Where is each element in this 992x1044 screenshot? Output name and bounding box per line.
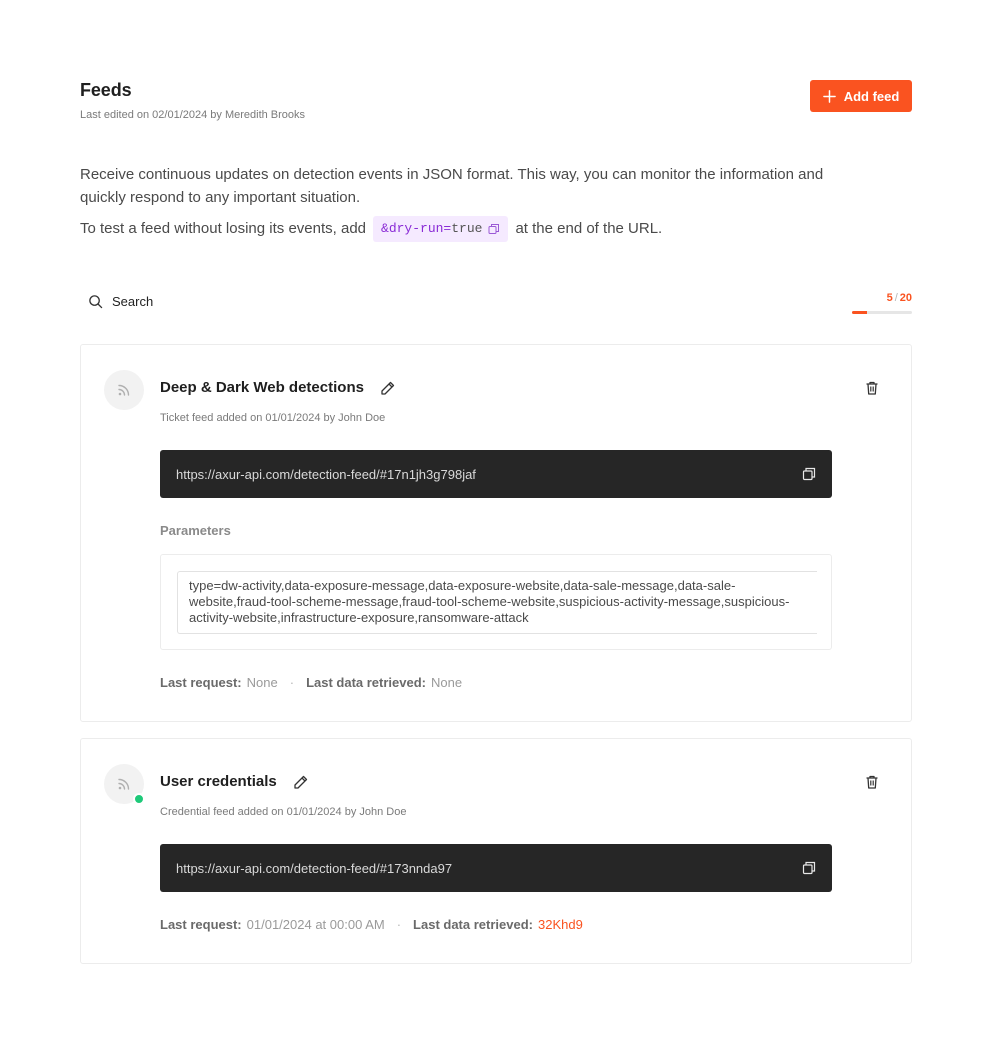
- last-data-value[interactable]: 32Khd9: [538, 917, 583, 932]
- search-label: Search: [112, 294, 154, 309]
- rss-icon: [118, 778, 130, 790]
- feed-name: Deep & Dark Web detections: [160, 379, 364, 396]
- feed-name: User credentials: [160, 773, 277, 790]
- rss-icon: [118, 384, 130, 396]
- feed-meta: Last request: None · Last data retrieved…: [160, 675, 462, 690]
- quota-separator: /: [894, 292, 898, 304]
- quota-progress-bar: [852, 311, 912, 314]
- meta-separator: ·: [289, 675, 295, 690]
- feed-url[interactable]: https://axur-api.com/detection-feed/#17n…: [176, 467, 476, 482]
- trash-icon[interactable]: [864, 380, 880, 396]
- edit-icon[interactable]: [380, 380, 396, 396]
- feed-url-box: https://axur-api.com/detection-feed/#17n…: [160, 450, 832, 498]
- page-title: Feeds: [80, 80, 132, 100]
- feed-meta: Last request: 01/01/2024 at 00:00 AM · L…: [160, 917, 583, 932]
- feed-quota: 5/20: [852, 292, 912, 314]
- meta-separator: ·: [396, 917, 402, 932]
- trash-icon[interactable]: [864, 774, 880, 790]
- quota-total: 20: [899, 292, 912, 304]
- add-feed-label: Add feed: [843, 88, 900, 104]
- last-request-label: Last request:: [160, 675, 242, 690]
- add-feed-button[interactable]: Add feed: [810, 80, 912, 112]
- feed-subtitle: Credential feed added on 01/01/2024 by J…: [160, 806, 407, 818]
- parameters-field[interactable]: type=dw-activity,data-exposure-message,d…: [177, 571, 817, 634]
- feed-avatar: [104, 370, 144, 410]
- last-request-label: Last request:: [160, 917, 242, 932]
- last-edited-text: Last edited on 02/01/2024 by Meredith Br…: [80, 109, 306, 121]
- feed-subtitle: Ticket feed added on 01/01/2024 by John …: [160, 412, 386, 424]
- last-data-value: None: [431, 675, 463, 690]
- dry-run-hint-after: at the end of the URL.: [515, 220, 663, 237]
- parameters-label: Parameters: [160, 523, 231, 538]
- copy-icon[interactable]: [488, 223, 500, 235]
- code-value: true: [451, 221, 483, 236]
- quota-progress-fill: [852, 311, 867, 314]
- feed-title: User credentials: [160, 773, 309, 790]
- feed-card: User credentials Credential feed added o…: [80, 738, 912, 964]
- search-icon: [89, 295, 103, 309]
- last-request-value: 01/01/2024 at 00:00 AM: [246, 917, 385, 932]
- search-input[interactable]: Search: [88, 294, 153, 309]
- dry-run-code-chip[interactable]: &dry-run= true: [373, 216, 509, 242]
- feed-card: Deep & Dark Web detections Ticket feed a…: [80, 344, 912, 722]
- copy-icon[interactable]: [802, 467, 816, 481]
- quota-text: 5/20: [852, 292, 912, 304]
- quota-used: 5: [886, 292, 893, 304]
- feed-avatar: [104, 764, 145, 805]
- feed-url-box: https://axur-api.com/detection-feed/#173…: [160, 844, 832, 892]
- feed-url[interactable]: https://axur-api.com/detection-feed/#173…: [176, 861, 452, 876]
- feeds-description: Receive continuous updates on detection …: [80, 166, 824, 206]
- last-request-value: None: [246, 675, 278, 690]
- last-data-label: Last data retrieved:: [413, 917, 533, 932]
- copy-icon[interactable]: [802, 861, 816, 875]
- dry-run-hint: To test a feed without losing its events…: [80, 216, 662, 242]
- feed-title: Deep & Dark Web detections: [160, 379, 396, 396]
- plus-icon: [822, 89, 836, 103]
- last-data-label: Last data retrieved:: [306, 675, 426, 690]
- code-key: &dry-run=: [381, 221, 452, 236]
- active-status-dot: [133, 793, 145, 805]
- edit-icon[interactable]: [293, 774, 309, 790]
- parameters-box: type=dw-activity,data-exposure-message,d…: [160, 554, 832, 650]
- dry-run-hint-before: To test a feed without losing its events…: [80, 220, 367, 237]
